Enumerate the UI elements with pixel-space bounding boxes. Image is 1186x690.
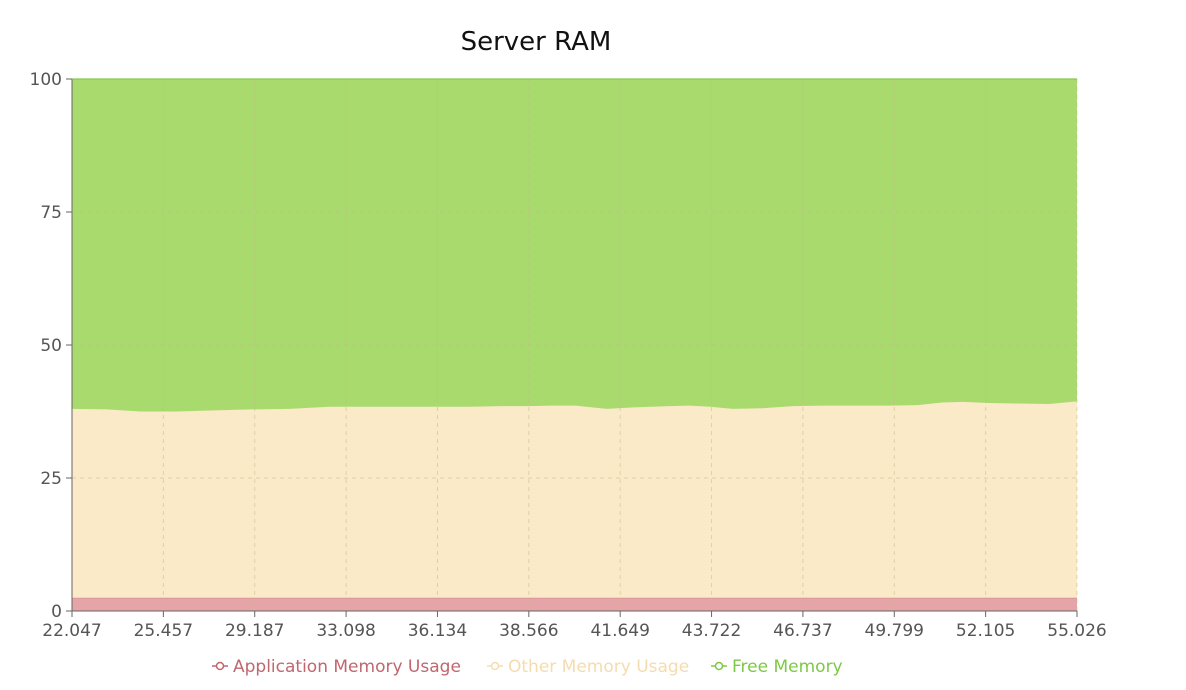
y-tick-label: 25: [40, 469, 62, 489]
chart-title: Server RAM: [461, 27, 612, 57]
area-chart: Server RAM 0 25 50 75 100 22.047 25.457 29.187 3…: [30, 27, 1107, 677]
x-tick-label: 46.737: [773, 621, 832, 641]
x-tick-label: 49.799: [865, 621, 924, 641]
legend-item-free-memory[interactable]: Free Memory: [711, 657, 843, 677]
area-other-memory-usage: [72, 401, 1077, 598]
x-tick-label: 22.047: [42, 621, 101, 641]
x-tick-label: 41.649: [590, 621, 649, 641]
x-tick-label: 43.722: [682, 621, 741, 641]
y-tick-label: 100: [30, 70, 62, 90]
chart-container: Server RAM 0 25 50 75 100 22.047 25.457 29.187 3…: [0, 0, 1186, 686]
legend-label: Other Memory Usage: [508, 657, 689, 677]
legend-marker-icon: [490, 661, 500, 671]
x-tick-label: 33.098: [316, 621, 375, 641]
y-tick-label: 50: [40, 336, 62, 356]
series-areas: [71, 78, 1078, 611]
area-free-memory: [72, 79, 1077, 412]
legend-marker-icon: [215, 661, 225, 671]
legend-marker-icon: [714, 661, 724, 671]
legend-item-other-memory-usage[interactable]: Other Memory Usage: [487, 657, 689, 677]
x-tick-label: 55.026: [1047, 621, 1106, 641]
x-tick-label: 52.105: [956, 621, 1015, 641]
x-tick-label: 38.566: [499, 621, 558, 641]
y-tick-label: 75: [40, 203, 62, 223]
area-application-memory-usage: [72, 597, 1077, 611]
x-tick-label: 36.134: [408, 621, 467, 641]
y-tick-label: 0: [51, 602, 62, 622]
x-tick-label: 29.187: [225, 621, 284, 641]
legend-label: Free Memory: [732, 657, 843, 677]
legend-label: Application Memory Usage: [233, 657, 461, 677]
legend[interactable]: Application Memory Usage Other Memory Usa…: [212, 657, 843, 677]
x-tick-label: 25.457: [134, 621, 193, 641]
legend-item-application-memory-usage[interactable]: Application Memory Usage: [212, 657, 461, 677]
